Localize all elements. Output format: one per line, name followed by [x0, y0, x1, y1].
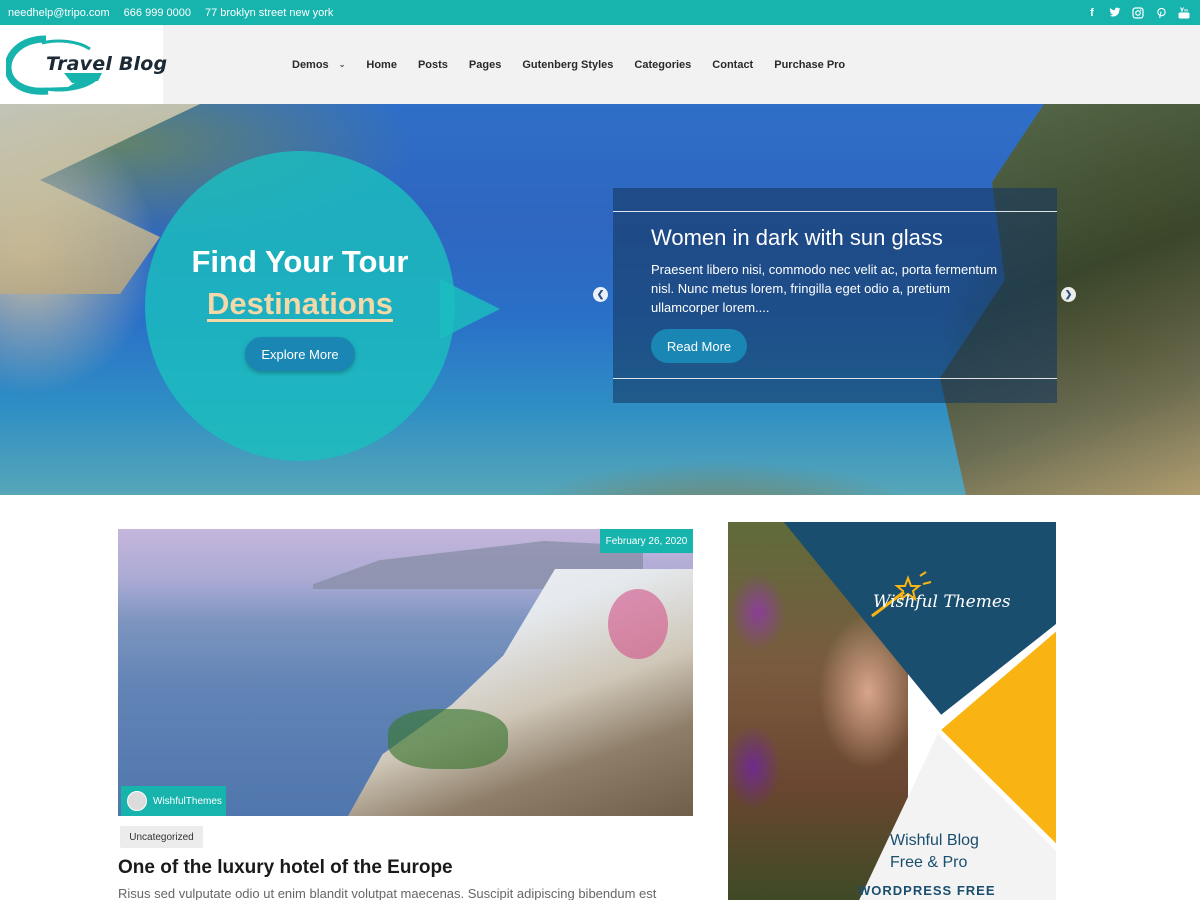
- image-greenery: [388, 709, 508, 769]
- post-featured-image[interactable]: [118, 529, 693, 816]
- slide-title[interactable]: Women in dark with sun glass: [651, 225, 1041, 251]
- site-logo[interactable]: Travel Blog: [0, 25, 167, 104]
- ad-brand-logo: Wishful Themes: [873, 592, 1011, 612]
- hero-title: Find Your Tour Destinations: [145, 241, 455, 325]
- chevron-down-icon: ⌄: [338, 60, 346, 69]
- youtube-icon[interactable]: [1178, 6, 1190, 19]
- hero-slider: Find Your Tour Destinations Explore More…: [0, 104, 1200, 495]
- facebook-icon[interactable]: f: [1086, 7, 1098, 19]
- post-excerpt: Risus sed vulputate odio ut enim blandit…: [118, 886, 657, 900]
- author-name: WishfulThemes: [153, 795, 222, 807]
- social-links: f: [1086, 0, 1190, 25]
- post-category-tag[interactable]: Uncategorized: [120, 826, 203, 848]
- main-nav: Demos ⌄ Home Posts Pages Gutenberg Styles…: [292, 25, 866, 104]
- top-bar: needhelp@tripo.com 666 999 0000 77 brokl…: [0, 0, 1200, 25]
- nav-label: Demos: [292, 58, 329, 71]
- image-flowers: [608, 589, 668, 659]
- hero-title-line1: Find Your Tour: [191, 244, 409, 279]
- nav-item-pages[interactable]: Pages: [469, 59, 501, 71]
- slide-excerpt: Praesent libero nisi, commodo nec velit …: [651, 262, 998, 315]
- slider-prev-arrow-icon[interactable]: ❮: [593, 287, 608, 302]
- nav-item-purchase-pro[interactable]: Purchase Pro: [774, 59, 845, 71]
- read-more-button[interactable]: Read More: [651, 329, 747, 363]
- ad-subheadline: Free & Pro: [890, 854, 968, 871]
- nav-item-home[interactable]: Home: [366, 59, 397, 71]
- ad-tagline: WORDPRESS FREE: [858, 883, 996, 898]
- divider: [613, 378, 1057, 379]
- pinterest-icon[interactable]: [1155, 7, 1167, 19]
- post-title[interactable]: One of the luxury hotel of the Europe: [118, 857, 453, 879]
- nav-item-gutenberg-styles[interactable]: Gutenberg Styles: [522, 59, 613, 71]
- ad-headline: Wishful Blog: [890, 832, 979, 849]
- post-date-badge[interactable]: February 26, 2020: [600, 529, 693, 553]
- nav-item-contact[interactable]: Contact: [712, 59, 753, 71]
- hero-title-line2: Destinations: [206, 286, 394, 321]
- nav-item-categories[interactable]: Categories: [634, 59, 691, 71]
- instagram-icon[interactable]: [1132, 6, 1144, 19]
- slide-caption-card: Women in dark with sun glass Praesent li…: [613, 188, 1057, 403]
- phone-link[interactable]: 666 999 0000: [124, 7, 191, 19]
- nav-item-posts[interactable]: Posts: [418, 59, 448, 71]
- logo-text: Travel Blog: [46, 53, 168, 75]
- nav-item-demos[interactable]: Demos ⌄: [292, 59, 345, 71]
- explore-more-button[interactable]: Explore More: [245, 337, 355, 371]
- post-author-badge[interactable]: WishfulThemes: [121, 786, 226, 816]
- contact-info: needhelp@tripo.com 666 999 0000 77 brokl…: [8, 0, 333, 25]
- address-text: 77 broklyn street new york: [204, 6, 334, 19]
- email-link[interactable]: needhelp@tripo.com: [8, 7, 110, 19]
- slider-next-arrow-icon[interactable]: ❯: [1061, 287, 1076, 302]
- twitter-icon[interactable]: [1109, 7, 1121, 19]
- divider: [613, 211, 1057, 212]
- avatar: [127, 791, 147, 811]
- sidebar-ad-banner[interactable]: Wishful Themes Wishful Blog Free & Pro W…: [728, 522, 1056, 900]
- site-header: Travel Blog Demos ⌄ Home Posts Pages Gute…: [0, 25, 1200, 104]
